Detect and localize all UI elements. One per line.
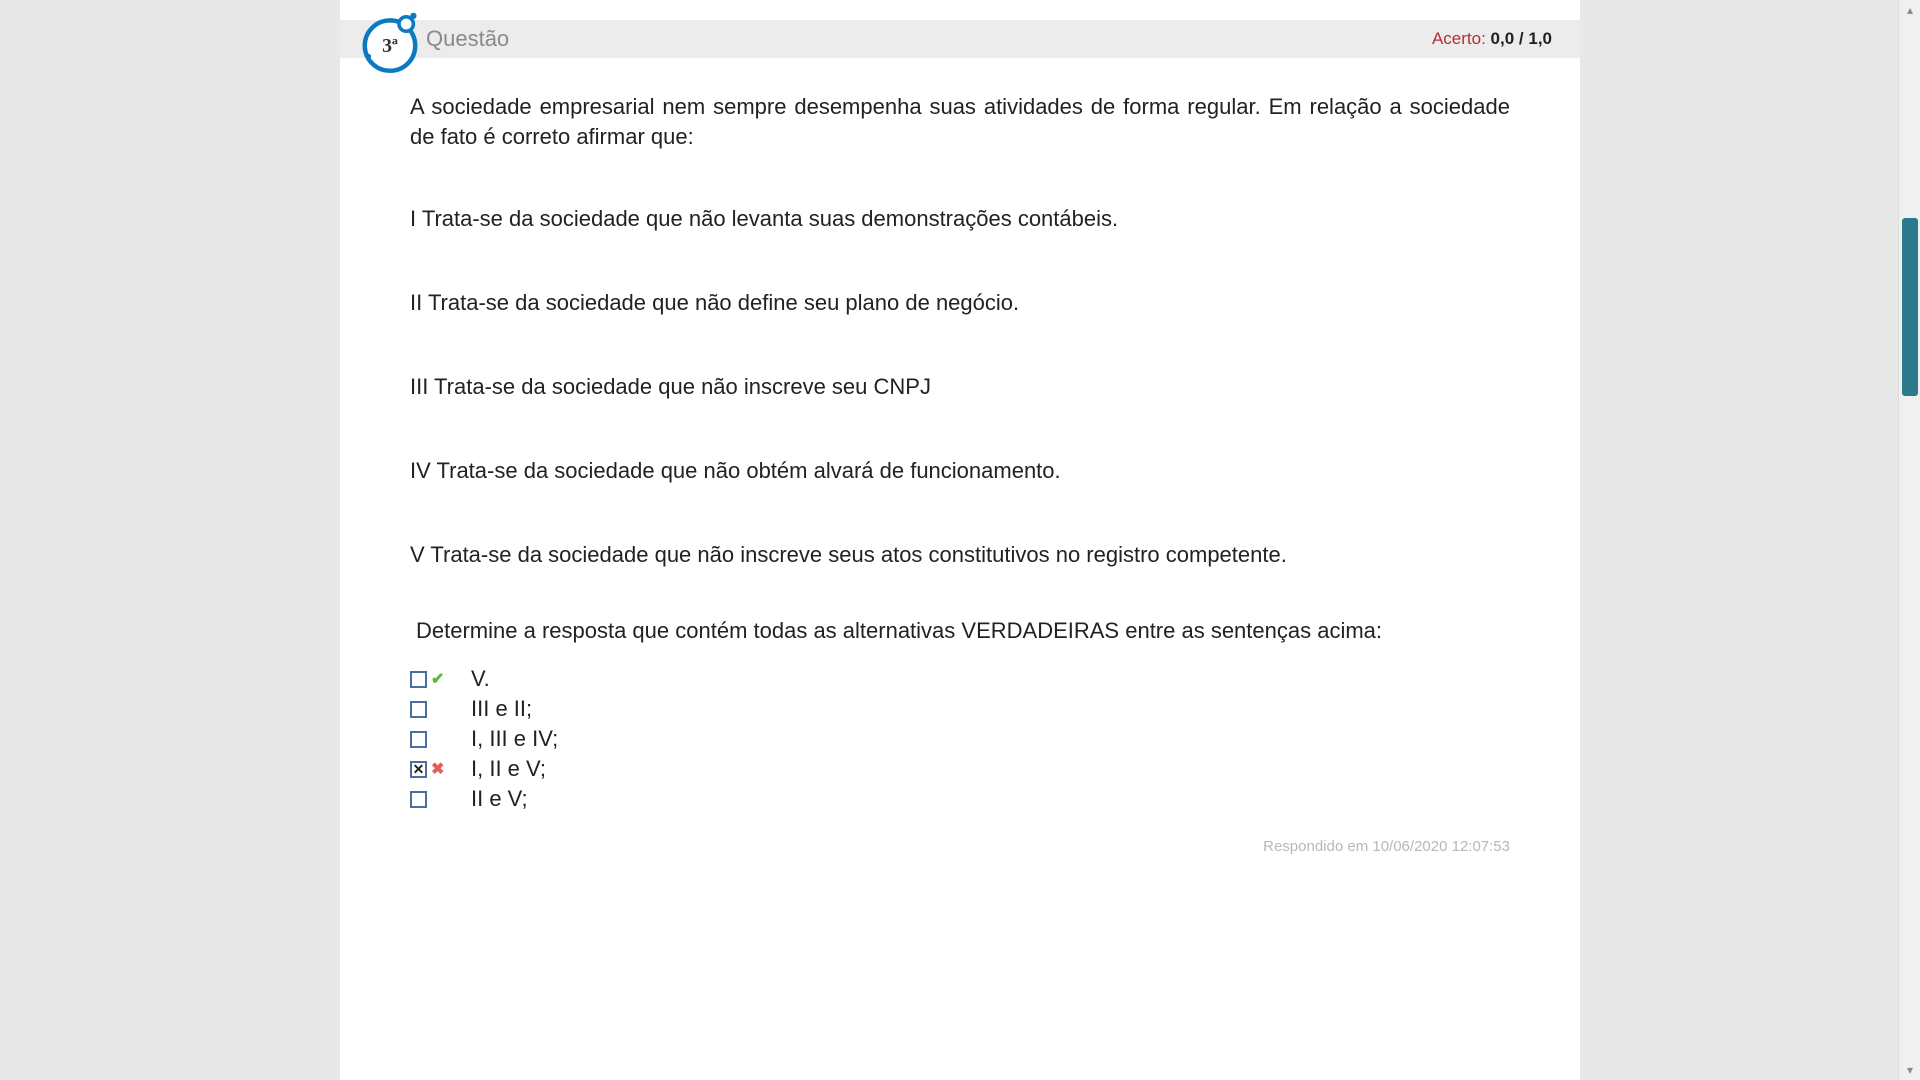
option-label: V. <box>471 666 490 692</box>
option-label: II e V; <box>471 786 528 812</box>
scroll-down-arrow-icon[interactable]: ▾ <box>1899 1060 1920 1080</box>
header-bar: Questão Acerto: 0,0 / 1,0 <box>340 20 1580 58</box>
question-header: 3ª Questão Acerto: 0,0 / 1,0 <box>340 0 1580 68</box>
score-max: 1,0 <box>1528 29 1552 48</box>
scrollbar[interactable]: ▴ ▾ <box>1898 0 1920 1080</box>
question-number-text: 3ª <box>382 35 398 57</box>
option-label: I, III e IV; <box>471 726 558 752</box>
question-content: A sociedade empresarial nem sempre desem… <box>340 68 1580 826</box>
correct-mark-icon: ✔ <box>431 669 453 689</box>
option-row: II e V; <box>410 786 1510 812</box>
option-row: ✔ V. <box>410 666 1510 692</box>
statement-2: II Trata-se da sociedade que não define … <box>410 290 1510 316</box>
scroll-up-arrow-icon[interactable]: ▴ <box>1899 0 1920 20</box>
option-checkbox-checked[interactable]: ✕ <box>410 761 427 778</box>
option-label: III e II; <box>471 696 532 722</box>
scrollbar-thumb[interactable] <box>1902 218 1918 396</box>
statement-5: V Trata-se da sociedade que não inscreve… <box>410 542 1510 568</box>
statement-3: III Trata-se da sociedade que não inscre… <box>410 374 1510 400</box>
option-label: I, II e V; <box>471 756 546 782</box>
score-block: Acerto: 0,0 / 1,0 <box>1432 29 1552 49</box>
score-got: 0,0 <box>1491 29 1515 48</box>
answer-instruction: Determine a resposta que contém todas as… <box>410 618 1510 644</box>
options-list: ✔ V. III e II; I, III e IV; ✕ ✖ I, II e … <box>410 666 1510 812</box>
score-sep: / <box>1514 29 1528 48</box>
score-label: Acerto: <box>1432 29 1491 48</box>
option-checkbox[interactable] <box>410 791 427 808</box>
option-row: III e II; <box>410 696 1510 722</box>
question-label: Questão <box>426 26 509 52</box>
statement-1: I Trata-se da sociedade que não levanta … <box>410 206 1510 232</box>
question-card: 3ª Questão Acerto: 0,0 / 1,0 A sociedade… <box>340 0 1580 1080</box>
wrong-mark-icon: ✖ <box>431 759 453 779</box>
option-checkbox[interactable] <box>410 671 427 688</box>
option-checkbox[interactable] <box>410 731 427 748</box>
question-prompt: A sociedade empresarial nem sempre desem… <box>410 92 1510 151</box>
statement-4: IV Trata-se da sociedade que não obtém a… <box>410 458 1510 484</box>
option-row: I, III e IV; <box>410 726 1510 752</box>
option-checkbox[interactable] <box>410 701 427 718</box>
question-number-badge: 3ª <box>354 6 426 78</box>
answered-timestamp: Respondido em 10/06/2020 12:07:53 <box>340 826 1580 855</box>
option-row: ✕ ✖ I, II e V; <box>410 756 1510 782</box>
